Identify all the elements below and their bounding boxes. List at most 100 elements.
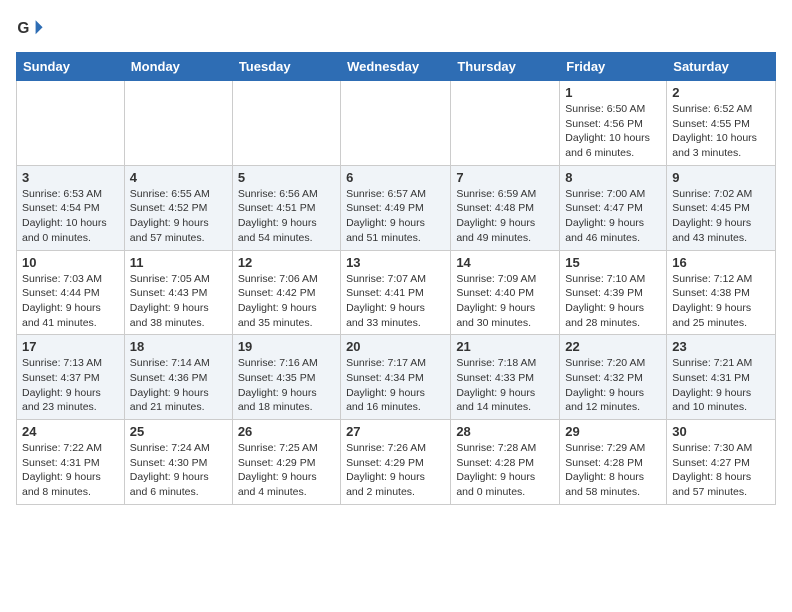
day-info: Sunrise: 6:57 AM Sunset: 4:49 PM Dayligh…	[346, 187, 445, 246]
calendar-cell: 1 Sunrise: 6:50 AM Sunset: 4:56 PM Daylig…	[560, 81, 667, 166]
day-number: 28	[456, 424, 554, 439]
weekday-header: Friday	[560, 53, 667, 81]
calendar-week-row: 17Sunrise: 7:13 AM Sunset: 4:37 PM Dayli…	[17, 335, 776, 420]
calendar-week-row: 10 Sunrise: 7:03 AM Sunset: 4:44 PM Dayli…	[17, 250, 776, 335]
calendar-cell: 20 Sunrise: 7:17 AM Sunset: 4:34 PM Dayli…	[341, 335, 451, 420]
calendar-cell: 30 Sunrise: 7:30 AM Sunset: 4:27 PM Dayli…	[667, 420, 776, 505]
day-info: Sunrise: 7:30 AM Sunset: 4:27 PM Dayligh…	[672, 441, 770, 500]
day-number: 16	[672, 255, 770, 270]
calendar-cell: 28 Sunrise: 7:28 AM Sunset: 4:28 PM Dayli…	[451, 420, 560, 505]
day-number: 7	[456, 170, 554, 185]
day-info: Sunrise: 6:56 AM Sunset: 4:51 PM Dayligh…	[238, 187, 335, 246]
calendar-cell: 8 Sunrise: 7:00 AM Sunset: 4:47 PM Daylig…	[560, 165, 667, 250]
calendar-cell: 9 Sunrise: 7:02 AM Sunset: 4:45 PM Daylig…	[667, 165, 776, 250]
day-number: 15	[565, 255, 661, 270]
weekday-header: Saturday	[667, 53, 776, 81]
weekday-header: Thursday	[451, 53, 560, 81]
day-info: Sunrise: 7:16 AM Sunset: 4:35 PM Dayligh…	[238, 356, 335, 415]
calendar-cell: 24 Sunrise: 7:22 AM Sunset: 4:31 PM Dayli…	[17, 420, 125, 505]
weekday-header: Wednesday	[341, 53, 451, 81]
calendar-cell: 23 Sunrise: 7:21 AM Sunset: 4:31 PM Dayli…	[667, 335, 776, 420]
day-number: 22	[565, 339, 661, 354]
calendar-cell: 19 Sunrise: 7:16 AM Sunset: 4:35 PM Dayli…	[232, 335, 340, 420]
svg-text:G: G	[17, 20, 29, 37]
calendar-cell	[124, 81, 232, 166]
calendar-week-row: 1 Sunrise: 6:50 AM Sunset: 4:56 PM Daylig…	[17, 81, 776, 166]
day-info: Sunrise: 7:03 AM Sunset: 4:44 PM Dayligh…	[22, 272, 119, 331]
day-number: 2	[672, 85, 770, 100]
logo: G	[16, 16, 48, 44]
calendar-cell: 4 Sunrise: 6:55 AM Sunset: 4:52 PM Daylig…	[124, 165, 232, 250]
day-info: Sunrise: 6:59 AM Sunset: 4:48 PM Dayligh…	[456, 187, 554, 246]
day-number: 11	[130, 255, 227, 270]
day-info: Sunrise: 6:55 AM Sunset: 4:52 PM Dayligh…	[130, 187, 227, 246]
day-number: 5	[238, 170, 335, 185]
weekday-header: Sunday	[17, 53, 125, 81]
day-number: 4	[130, 170, 227, 185]
calendar-cell	[17, 81, 125, 166]
calendar-cell: 22 Sunrise: 7:20 AM Sunset: 4:32 PM Dayli…	[560, 335, 667, 420]
day-number: 19	[238, 339, 335, 354]
calendar-cell: 11 Sunrise: 7:05 AM Sunset: 4:43 PM Dayli…	[124, 250, 232, 335]
calendar-cell: 16 Sunrise: 7:12 AM Sunset: 4:38 PM Dayli…	[667, 250, 776, 335]
day-info: Sunrise: 6:50 AM Sunset: 4:56 PM Dayligh…	[565, 102, 661, 161]
weekday-header: Monday	[124, 53, 232, 81]
calendar-cell: 27 Sunrise: 7:26 AM Sunset: 4:29 PM Dayli…	[341, 420, 451, 505]
day-info: Sunrise: 7:14 AM Sunset: 4:36 PM Dayligh…	[130, 356, 227, 415]
calendar-cell: 13 Sunrise: 7:07 AM Sunset: 4:41 PM Dayli…	[341, 250, 451, 335]
day-info: Sunrise: 7:06 AM Sunset: 4:42 PM Dayligh…	[238, 272, 335, 331]
calendar-cell: 15 Sunrise: 7:10 AM Sunset: 4:39 PM Dayli…	[560, 250, 667, 335]
day-number: 20	[346, 339, 445, 354]
day-number: 21	[456, 339, 554, 354]
calendar-cell	[341, 81, 451, 166]
calendar-cell: 5 Sunrise: 6:56 AM Sunset: 4:51 PM Daylig…	[232, 165, 340, 250]
day-info: Sunrise: 7:10 AM Sunset: 4:39 PM Dayligh…	[565, 272, 661, 331]
calendar-cell: 18 Sunrise: 7:14 AM Sunset: 4:36 PM Dayli…	[124, 335, 232, 420]
day-info: Sunrise: 7:24 AM Sunset: 4:30 PM Dayligh…	[130, 441, 227, 500]
weekday-header: Tuesday	[232, 53, 340, 81]
calendar-cell: 6 Sunrise: 6:57 AM Sunset: 4:49 PM Daylig…	[341, 165, 451, 250]
day-info: Sunrise: 7:12 AM Sunset: 4:38 PM Dayligh…	[672, 272, 770, 331]
day-number: 1	[565, 85, 661, 100]
day-number: 12	[238, 255, 335, 270]
day-number: 6	[346, 170, 445, 185]
day-number: 8	[565, 170, 661, 185]
calendar-cell: 25Sunrise: 7:24 AM Sunset: 4:30 PM Dayli…	[124, 420, 232, 505]
day-number: 10	[22, 255, 119, 270]
day-info: Sunrise: 7:22 AM Sunset: 4:31 PM Dayligh…	[22, 441, 119, 500]
day-info: Sunrise: 7:29 AM Sunset: 4:28 PM Dayligh…	[565, 441, 661, 500]
day-info: Sunrise: 7:28 AM Sunset: 4:28 PM Dayligh…	[456, 441, 554, 500]
calendar-cell: 17Sunrise: 7:13 AM Sunset: 4:37 PM Dayli…	[17, 335, 125, 420]
day-info: Sunrise: 7:21 AM Sunset: 4:31 PM Dayligh…	[672, 356, 770, 415]
day-info: Sunrise: 7:07 AM Sunset: 4:41 PM Dayligh…	[346, 272, 445, 331]
calendar-cell: 7 Sunrise: 6:59 AM Sunset: 4:48 PM Daylig…	[451, 165, 560, 250]
calendar-cell: 14Sunrise: 7:09 AM Sunset: 4:40 PM Dayli…	[451, 250, 560, 335]
day-number: 30	[672, 424, 770, 439]
calendar-cell	[451, 81, 560, 166]
day-number: 17	[22, 339, 119, 354]
day-info: Sunrise: 7:26 AM Sunset: 4:29 PM Dayligh…	[346, 441, 445, 500]
day-number: 23	[672, 339, 770, 354]
day-info: Sunrise: 7:02 AM Sunset: 4:45 PM Dayligh…	[672, 187, 770, 246]
day-number: 13	[346, 255, 445, 270]
day-number: 24	[22, 424, 119, 439]
day-number: 27	[346, 424, 445, 439]
day-info: Sunrise: 7:20 AM Sunset: 4:32 PM Dayligh…	[565, 356, 661, 415]
day-info: Sunrise: 7:00 AM Sunset: 4:47 PM Dayligh…	[565, 187, 661, 246]
calendar-cell: 29Sunrise: 7:29 AM Sunset: 4:28 PM Dayli…	[560, 420, 667, 505]
day-number: 14	[456, 255, 554, 270]
day-number: 26	[238, 424, 335, 439]
day-info: Sunrise: 6:53 AM Sunset: 4:54 PM Dayligh…	[22, 187, 119, 246]
page-header: G	[16, 16, 776, 44]
calendar-cell	[232, 81, 340, 166]
calendar-table: SundayMondayTuesdayWednesdayThursdayFrid…	[16, 52, 776, 505]
calendar-header-row: SundayMondayTuesdayWednesdayThursdayFrid…	[17, 53, 776, 81]
calendar-cell: 26 Sunrise: 7:25 AM Sunset: 4:29 PM Dayli…	[232, 420, 340, 505]
day-info: Sunrise: 7:05 AM Sunset: 4:43 PM Dayligh…	[130, 272, 227, 331]
day-number: 9	[672, 170, 770, 185]
day-info: Sunrise: 7:25 AM Sunset: 4:29 PM Dayligh…	[238, 441, 335, 500]
day-info: Sunrise: 7:18 AM Sunset: 4:33 PM Dayligh…	[456, 356, 554, 415]
day-info: Sunrise: 7:17 AM Sunset: 4:34 PM Dayligh…	[346, 356, 445, 415]
day-number: 18	[130, 339, 227, 354]
calendar-cell: 12 Sunrise: 7:06 AM Sunset: 4:42 PM Dayli…	[232, 250, 340, 335]
